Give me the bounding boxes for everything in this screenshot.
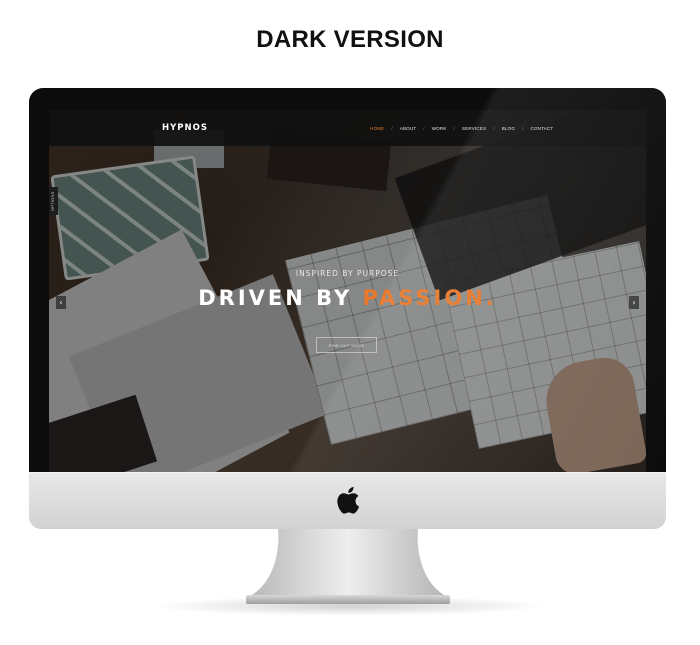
hero-subtitle: INSPIRED BY PURPOSE — [295, 269, 400, 278]
nav-separator: / — [423, 126, 425, 131]
monitor-bezel: HYPNOS HOME / ABOUT / WORK / SERVICES / … — [29, 88, 666, 472]
chevron-left-icon[interactable]: ‹ — [56, 296, 66, 309]
apple-logo-icon — [337, 486, 360, 514]
nav-item-contact[interactable]: CONTACT — [531, 126, 554, 131]
site-navbar: HYPNOS HOME / ABOUT / WORK / SERVICES / … — [49, 110, 646, 146]
monitor-stand — [246, 529, 450, 604]
hero-title-accent: PASSION. — [362, 286, 497, 310]
hero-title-main: DRIVEN BY — [198, 286, 363, 310]
nav-item-blog[interactable]: BLOG — [502, 126, 515, 131]
find-out-more-button[interactable]: FIND OUT MORE — [316, 337, 377, 353]
nav-menu: HOME / ABOUT / WORK / SERVICES / BLOG / … — [370, 126, 553, 131]
site-logo[interactable]: HYPNOS — [162, 123, 208, 133]
hero-title: DRIVEN BY PASSION. — [49, 286, 646, 310]
nav-separator: / — [453, 126, 455, 131]
nav-separator: / — [493, 126, 495, 131]
nav-separator: / — [391, 126, 393, 131]
options-tab-label: OPTIONS — [50, 191, 55, 211]
website-screen: HYPNOS HOME / ABOUT / WORK / SERVICES / … — [49, 110, 646, 472]
chevron-right-icon[interactable]: › — [629, 296, 639, 309]
nav-separator: / — [522, 126, 524, 131]
page-title: DARK VERSION — [256, 26, 444, 53]
nav-item-about[interactable]: ABOUT — [400, 126, 417, 131]
nav-item-home[interactable]: HOME — [370, 126, 384, 131]
nav-item-services[interactable]: SERVICES — [462, 126, 486, 131]
nav-item-work[interactable]: WORK — [432, 126, 447, 131]
options-tab[interactable]: OPTIONS — [49, 187, 58, 215]
